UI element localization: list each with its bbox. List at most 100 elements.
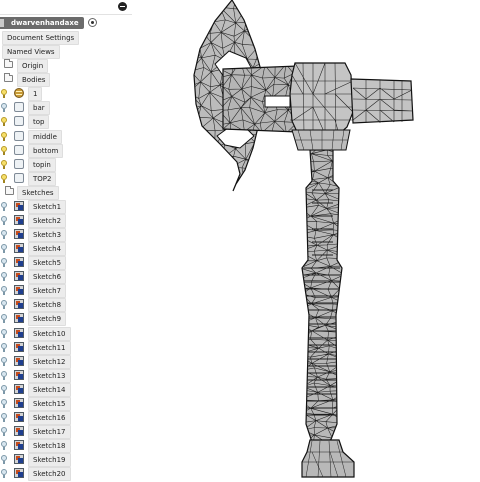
browser-node-label[interactable]: Sketch14 (28, 382, 71, 397)
visibility-bulb-icon[interactable] (1, 356, 7, 366)
browser-node-label[interactable]: Sketch12 (28, 354, 71, 369)
browser-node-label[interactable]: Sketch15 (28, 396, 71, 411)
browser-node-label[interactable]: topin (28, 157, 56, 172)
browser-row-named-views[interactable]: Named Views (0, 45, 132, 60)
browser-row-topin[interactable]: topin (0, 157, 132, 172)
browser-row-sketch18[interactable]: Sketch18 (0, 439, 132, 453)
collapse-icon[interactable] (118, 2, 127, 11)
browser-node-label[interactable]: Sketch20 (28, 467, 71, 482)
document-node[interactable]: dwarvenhandaxe v18 (0, 17, 132, 37)
browser-row-origin[interactable]: Origin (0, 59, 132, 74)
browser-node-label[interactable]: Document Settings (2, 31, 80, 45)
visibility-bulb-icon[interactable] (1, 131, 7, 141)
visibility-bulb-icon[interactable] (1, 455, 7, 465)
visibility-bulb-icon[interactable] (1, 342, 7, 352)
visibility-bulb-icon[interactable] (1, 89, 7, 99)
visibility-bulb-icon[interactable] (1, 370, 7, 380)
visibility-bulb-icon[interactable] (1, 328, 7, 338)
browser-row-sketch5[interactable]: Sketch5 (0, 256, 132, 271)
browser-row-sketch14[interactable]: Sketch14 (0, 382, 132, 397)
browser-row-sketch7[interactable]: Sketch7 (0, 284, 132, 299)
visibility-bulb-icon[interactable] (1, 117, 7, 127)
visibility-bulb-icon[interactable] (1, 244, 7, 254)
browser-row-bottom[interactable]: bottom (0, 143, 132, 158)
browser-node-label[interactable]: Sketch11 (28, 340, 71, 355)
browser-row-sketches[interactable]: Sketches (0, 185, 132, 200)
browser-node-label[interactable]: Sketch1 (28, 199, 67, 214)
browser-row-sketch13[interactable]: Sketch13 (0, 368, 132, 383)
browser-node-label[interactable]: Sketch4 (28, 242, 67, 257)
activate-radio-icon[interactable] (88, 18, 97, 27)
browser-row-top[interactable]: top (0, 115, 132, 130)
visibility-bulb-icon[interactable] (1, 286, 7, 296)
browser-row-sketch19[interactable]: Sketch19 (0, 453, 132, 468)
browser-node-label[interactable]: Sketch3 (28, 228, 67, 242)
browser-node-label[interactable]: Sketch19 (28, 453, 71, 468)
browser-node-label[interactable]: Origin (17, 59, 49, 74)
browser-row-sketch17[interactable]: Sketch17 (0, 425, 132, 439)
visibility-bulb-icon[interactable] (1, 173, 7, 183)
browser-row-sketch9[interactable]: Sketch9 (0, 312, 132, 327)
visibility-bulb-icon[interactable] (1, 398, 7, 408)
browser-node-label[interactable]: bar (28, 101, 50, 116)
visibility-bulb-icon[interactable] (1, 469, 7, 479)
browser-node-label[interactable]: Sketch7 (28, 284, 67, 299)
browser-node-label[interactable]: bottom (28, 143, 64, 158)
browser-node-label[interactable]: Sketch2 (28, 213, 67, 228)
browser-row-sketch8[interactable]: Sketch8 (0, 298, 132, 313)
browser-node-label[interactable]: Named Views (2, 45, 60, 60)
sketch-icon (14, 313, 24, 324)
browser-row-sketch15[interactable]: Sketch15 (0, 396, 132, 411)
browser-row-sketch4[interactable]: Sketch4 (0, 242, 132, 257)
browser-row-bar[interactable]: bar (0, 101, 132, 116)
browser-row-bodies[interactable]: Bodies (0, 73, 132, 88)
browser-row-sketch6[interactable]: Sketch6 (0, 270, 132, 285)
model-viewport[interactable] (132, 0, 480, 480)
visibility-bulb-icon[interactable] (1, 272, 7, 282)
visibility-bulb-icon[interactable] (1, 215, 7, 225)
visibility-bulb-icon[interactable] (1, 412, 7, 422)
browser-node-label[interactable]: Sketch17 (28, 425, 71, 439)
browser-row-middle[interactable]: middle (0, 129, 132, 144)
browser-node-label[interactable]: Sketch8 (28, 298, 67, 313)
browser-row-sketch20[interactable]: Sketch20 (0, 467, 132, 482)
browser-node-label[interactable]: Sketch18 (28, 439, 71, 453)
browser-node-label[interactable]: Sketch10 (28, 326, 71, 341)
visibility-bulb-icon[interactable] (1, 427, 7, 436)
browser-node-label[interactable]: 1 (28, 87, 43, 102)
browser-row-1[interactable]: 1 (0, 87, 132, 102)
visibility-bulb-icon[interactable] (1, 159, 7, 169)
browser-node-label[interactable]: Sketch13 (28, 368, 71, 383)
visibility-bulb-icon[interactable] (1, 103, 7, 113)
browser-node-label[interactable]: top (28, 115, 50, 130)
sketch-icon (14, 299, 24, 310)
browser-node-label[interactable]: Bodies (17, 73, 51, 88)
visibility-bulb-icon[interactable] (1, 258, 7, 268)
browser-row-sketch16[interactable]: Sketch16 (0, 410, 132, 425)
visibility-bulb-icon[interactable] (1, 441, 7, 450)
browser-row-sketch3[interactable]: Sketch3 (0, 228, 132, 242)
browser-row-sketch11[interactable]: Sketch11 (0, 340, 132, 355)
visibility-bulb-icon[interactable] (1, 384, 7, 394)
document-tag[interactable]: dwarvenhandaxe v18 (0, 17, 84, 37)
browser-node-label[interactable]: middle (28, 129, 62, 144)
visibility-bulb-icon[interactable] (1, 314, 7, 324)
browser-node-label[interactable]: Sketch16 (28, 410, 71, 425)
visibility-bulb-icon[interactable] (1, 145, 7, 155)
browser-node-label[interactable]: TOP2 (28, 171, 57, 186)
browser-row-sketch2[interactable]: Sketch2 (0, 213, 132, 228)
browser-row-document-settings[interactable]: Document Settings (0, 31, 132, 45)
visibility-bulb-icon[interactable] (1, 201, 7, 211)
browser-row-sketch1[interactable]: Sketch1 (0, 199, 132, 214)
expand-arrow-icon[interactable] (0, 19, 4, 27)
browser-node-label[interactable]: Sketch6 (28, 270, 67, 285)
folder-icon (4, 73, 13, 83)
browser-row-sketch12[interactable]: Sketch12 (0, 354, 132, 369)
visibility-bulb-icon[interactable] (1, 300, 7, 310)
visibility-bulb-icon[interactable] (1, 230, 7, 239)
browser-row-sketch10[interactable]: Sketch10 (0, 326, 132, 341)
browser-node-label[interactable]: Sketch5 (28, 256, 67, 271)
browser-node-label[interactable]: Sketch9 (28, 312, 67, 327)
browser-row-top2[interactable]: TOP2 (0, 171, 132, 186)
browser-node-label[interactable]: Sketches (17, 185, 59, 200)
